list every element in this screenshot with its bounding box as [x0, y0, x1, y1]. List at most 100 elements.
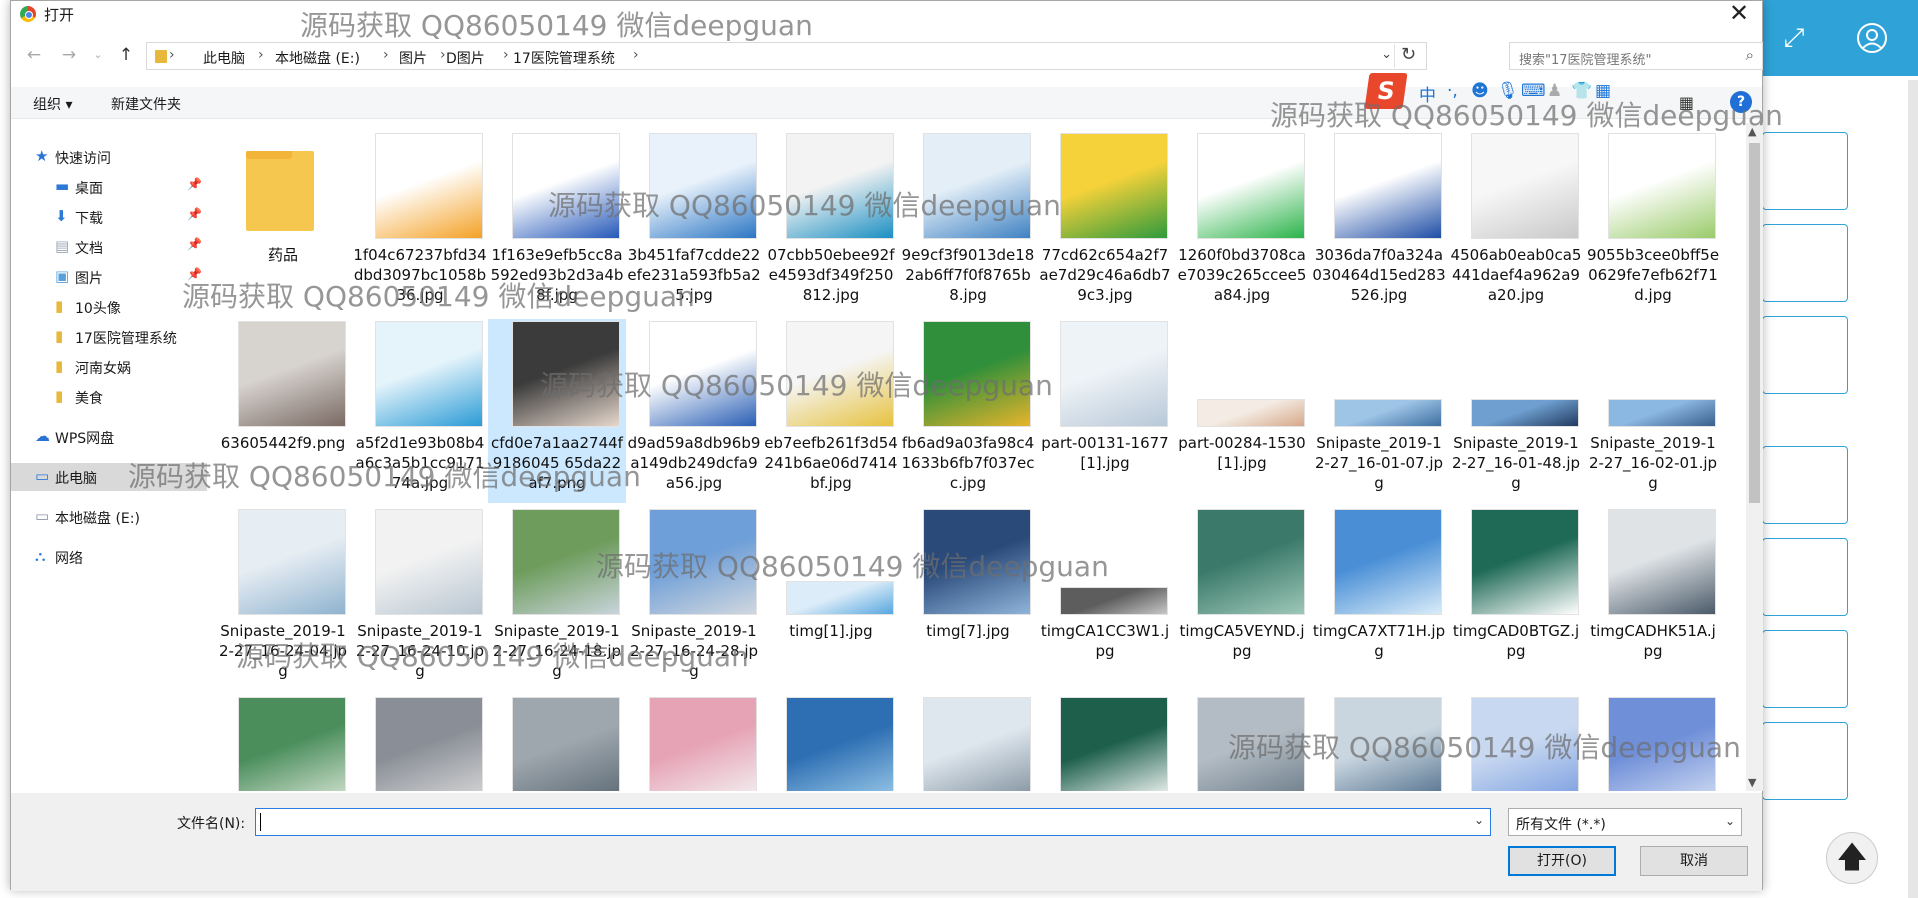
new-folder-button[interactable]: 新建文件夹: [111, 94, 181, 114]
sidebar-item[interactable]: ▮ 河南女娲: [11, 353, 207, 381]
sidebar-item[interactable]: ☁ WPS网盘: [11, 423, 207, 451]
sidebar-item[interactable]: ▬ 桌面 📌: [11, 173, 207, 201]
up-arrow-icon[interactable]: ↑: [115, 45, 137, 65]
file-item[interactable]: [899, 695, 1037, 791]
search-input[interactable]: 搜索"17医院管理系统" ⌕: [1509, 42, 1763, 70]
help-icon[interactable]: ?: [1730, 91, 1752, 113]
toolbox-icon[interactable]: ▦: [1595, 81, 1611, 101]
folder-item[interactable]: 药品: [214, 131, 352, 315]
user-icon[interactable]: [1856, 22, 1888, 54]
breadcrumb-this-pc[interactable]: 此电脑: [203, 48, 245, 68]
fullscreen-icon[interactable]: ⤢: [1778, 22, 1810, 54]
breadcrumb-d-pictures[interactable]: D图片: [446, 48, 485, 68]
sidebar-item[interactable]: ★ 快速访问: [11, 143, 207, 171]
breadcrumb-pictures[interactable]: 图片: [399, 48, 427, 68]
file-item[interactable]: timgCA7XT71H.jpg: [1310, 507, 1448, 691]
file-item[interactable]: timgCA1CC3W1.jpg: [1036, 507, 1174, 691]
file-item[interactable]: timgCA5VEYND.jpg: [1173, 507, 1311, 691]
sogou-logo-icon[interactable]: S: [1364, 73, 1408, 109]
breadcrumb-hospital-system[interactable]: 17医院管理系统: [513, 48, 615, 68]
scroll-down-arrow-icon[interactable]: ▼: [1748, 776, 1756, 789]
file-item[interactable]: 1f163e9efb5cc8a592ed93b2d3a4b8f.jpg: [488, 131, 626, 315]
sidebar-item[interactable]: ▣ 图片 📌: [11, 263, 207, 291]
file-item[interactable]: 77cd62c654a2f7ae7d29c46a6db79c3.jpg: [1036, 131, 1174, 315]
pin-icon[interactable]: 📌: [187, 177, 202, 191]
punctuation-icon[interactable]: ·,: [1447, 81, 1458, 101]
file-item[interactable]: 1260f0bd3708cae7039c265ccee5a84.jpg: [1173, 131, 1311, 315]
file-item[interactable]: 07cbb50ebee92fe4593df349f250812.jpg: [762, 131, 900, 315]
file-item[interactable]: Snipaste_2019-12-27_16-24-10.jpg: [351, 507, 489, 691]
user-icon[interactable]: ♟: [1547, 81, 1562, 101]
file-item[interactable]: [488, 695, 626, 791]
file-item[interactable]: a5f2d1e93b08b4a6c3a5b1cc917174a.jpg: [351, 319, 489, 503]
file-item[interactable]: 63605442f9.png: [214, 319, 352, 503]
back-to-top-button[interactable]: 🡅: [1826, 832, 1878, 884]
file-item[interactable]: [1584, 695, 1722, 791]
sidebar-item[interactable]: ▤ 文档 📌: [11, 233, 207, 261]
file-item[interactable]: Snipaste_2019-12-27_16-02-01.jpg: [1584, 319, 1722, 503]
open-button[interactable]: 打开(O): [1508, 846, 1616, 876]
file-item[interactable]: timgCAD0BTGZ.jpg: [1447, 507, 1585, 691]
file-item[interactable]: Snipaste_2019-12-27_16-24-28.jpg: [625, 507, 763, 691]
file-item[interactable]: [1447, 695, 1585, 791]
file-item[interactable]: timg[1].jpg: [762, 507, 900, 691]
file-item[interactable]: timg[7].jpg: [899, 507, 1037, 691]
pin-icon[interactable]: 📌: [187, 267, 202, 281]
file-item[interactable]: part-00284-1530[1].jpg: [1173, 319, 1311, 503]
scrollbar-thumb[interactable]: [1749, 143, 1760, 503]
refresh-icon[interactable]: ↻: [1394, 44, 1422, 68]
microphone-icon[interactable]: 🎙: [1497, 81, 1519, 101]
keyboard-icon[interactable]: ⌨: [1521, 81, 1546, 101]
breadcrumb[interactable]: › 此电脑 › 本地磁盘 (E:) › 图片 › D图片 › 17医院管理系统 …: [146, 42, 1427, 70]
file-item[interactable]: 3036da7f0a324a030464d15ed283526.jpg: [1310, 131, 1448, 315]
scroll-up-arrow-icon[interactable]: ▲: [1748, 125, 1756, 138]
file-item[interactable]: [1310, 695, 1448, 791]
file-item[interactable]: 9055b3cee0bff5e0629fe7efb62f71d.jpg: [1584, 131, 1722, 315]
sidebar-item[interactable]: ▭ 此电脑: [11, 463, 207, 491]
pin-icon[interactable]: 📌: [187, 207, 202, 221]
file-grid-scrollbar[interactable]: ▲ ▼: [1746, 123, 1763, 791]
file-item[interactable]: cfd0e7a1aa2744f9186045 65da22af7.png: [488, 319, 626, 503]
skin-icon[interactable]: 👕: [1571, 81, 1592, 101]
file-item[interactable]: Snipaste_2019-12-27_16-01-07.jpg: [1310, 319, 1448, 503]
recent-locations-chevron-icon[interactable]: ⌄: [87, 48, 109, 61]
file-item[interactable]: eb7eefb261f3d54241b6ae06d7414bf.jpg: [762, 319, 900, 503]
emoji-icon[interactable]: ☻: [1471, 81, 1489, 101]
sidebar-item[interactable]: ⬇ 下载 📌: [11, 203, 207, 231]
organize-menu[interactable]: 组织 ▾: [33, 94, 72, 114]
file-item[interactable]: part-00131-1677[1].jpg: [1036, 319, 1174, 503]
file-item[interactable]: d9ad59a8db96b9a149db249dcfa9a56.jpg: [625, 319, 763, 503]
sidebar-item[interactable]: ▮ 17医院管理系统: [11, 323, 207, 351]
file-item[interactable]: Snipaste_2019-12-27_16-24-04.jpg: [214, 507, 352, 691]
sidebar-item[interactable]: ▮ 10头像: [11, 293, 207, 321]
file-item[interactable]: [351, 695, 489, 791]
file-item[interactable]: 3b451faf7cdde22efe231a593fb5a25.jpg: [625, 131, 763, 315]
file-item[interactable]: 1f04c67237bfd34dbd3097bc1058b36.jpg: [351, 131, 489, 315]
sidebar-item[interactable]: ⛬ 网络: [11, 543, 207, 571]
sidebar-item[interactable]: ▭ 本地磁盘 (E:): [11, 503, 207, 531]
close-icon[interactable]: ✕: [1724, 0, 1754, 27]
filename-input[interactable]: ⌄: [255, 808, 1491, 836]
file-item[interactable]: [214, 695, 352, 791]
view-options-icon[interactable]: ▦: [1679, 93, 1694, 112]
file-item[interactable]: 4506ab0eab0ca5441daef4a962a9a20.jpg: [1447, 131, 1585, 315]
ime-language-toggle[interactable]: 中: [1419, 81, 1436, 106]
file-item[interactable]: fb6ad9a03fa98c41633b6fb7f037ecc.jpg: [899, 319, 1037, 503]
file-item[interactable]: [1173, 695, 1311, 791]
file-item[interactable]: Snipaste_2019-12-27_16-01-48.jpg: [1447, 319, 1585, 503]
forward-arrow-icon[interactable]: →: [58, 45, 80, 65]
file-item[interactable]: [625, 695, 763, 791]
file-item[interactable]: timgCADHK51A.jpg: [1584, 507, 1722, 691]
background-scrollbar[interactable]: [1908, 80, 1918, 898]
file-item[interactable]: [762, 695, 900, 791]
file-type-select[interactable]: 所有文件 (*.*) ⌄: [1508, 808, 1742, 836]
breadcrumb-drive-e[interactable]: 本地磁盘 (E:): [275, 48, 360, 68]
file-item[interactable]: 9e9cf3f9013de182ab6ff7f0f8765b8.jpg: [899, 131, 1037, 315]
file-item[interactable]: Snipaste_2019-12-27_16-24-18.jpg: [488, 507, 626, 691]
chevron-down-icon[interactable]: ⌄: [1474, 813, 1484, 827]
pin-icon[interactable]: 📌: [187, 237, 202, 251]
chevron-down-icon[interactable]: ⌄: [1381, 47, 1392, 62]
file-item[interactable]: [1036, 695, 1174, 791]
sidebar-item[interactable]: ▮ 美食: [11, 383, 207, 411]
back-arrow-icon[interactable]: ←: [23, 45, 45, 65]
